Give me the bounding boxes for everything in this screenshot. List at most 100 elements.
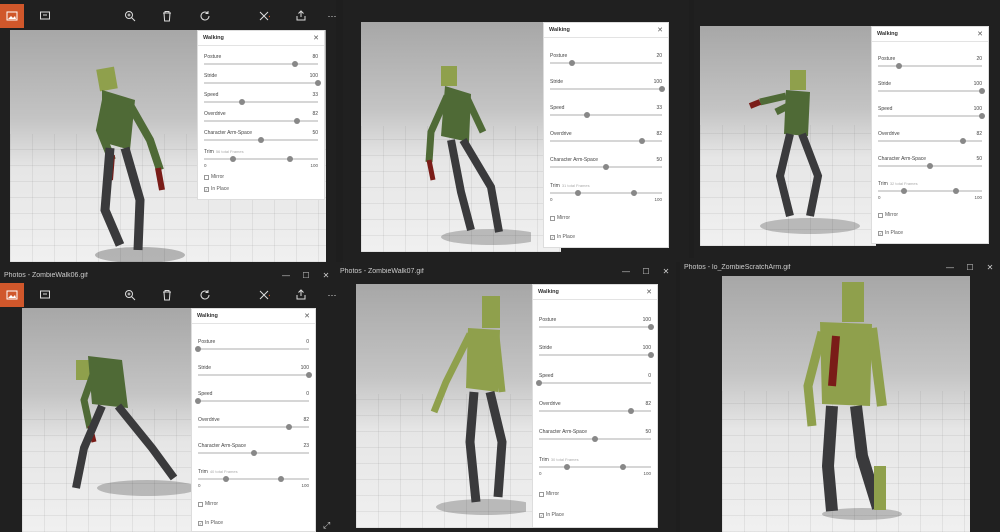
mirror-checkbox[interactable]: Mirror xyxy=(872,212,988,218)
slider-knob[interactable] xyxy=(195,346,201,352)
resize-handle-icon[interactable]: ⤢ xyxy=(323,520,330,531)
trim-start-knob[interactable] xyxy=(229,156,236,162)
close-button[interactable]: ✕ xyxy=(316,271,336,280)
in-place-checkbox[interactable]: ✓ In Place xyxy=(198,186,324,192)
close-icon[interactable]: ✕ xyxy=(313,34,319,42)
slider-knob[interactable] xyxy=(979,88,985,94)
slideshow-button[interactable] xyxy=(33,4,57,28)
trim-track[interactable] xyxy=(198,476,309,482)
slider-track[interactable] xyxy=(539,324,654,330)
close-icon[interactable]: ✕ xyxy=(657,26,663,34)
minimize-button[interactable]: — xyxy=(276,271,296,280)
slider-track[interactable] xyxy=(195,346,309,352)
slider-track[interactable] xyxy=(204,118,318,124)
share-button[interactable] xyxy=(289,283,313,307)
slider-knob[interactable] xyxy=(258,137,264,143)
in-place-checkbox[interactable]: ✓ In Place xyxy=(544,234,668,240)
close-icon[interactable]: ✕ xyxy=(977,30,983,38)
slider-track[interactable] xyxy=(198,372,312,378)
slider-track[interactable] xyxy=(550,112,662,118)
trim-start-knob[interactable] xyxy=(901,188,907,194)
trim-end-knob[interactable] xyxy=(286,156,293,162)
slider-track[interactable] xyxy=(878,163,982,169)
slider-track[interactable] xyxy=(878,138,982,144)
slider-knob[interactable] xyxy=(294,118,301,124)
home-button[interactable] xyxy=(0,4,24,28)
delete-button[interactable] xyxy=(155,283,179,307)
slider-knob[interactable] xyxy=(306,372,312,378)
trim-track[interactable] xyxy=(204,156,318,162)
checkbox-box[interactable]: ✓ xyxy=(539,512,544,518)
mirror-checkbox[interactable]: Mirror xyxy=(544,215,668,221)
delete-button[interactable] xyxy=(155,4,179,28)
slider-track[interactable] xyxy=(198,424,309,430)
slideshow-button[interactable] xyxy=(33,283,57,307)
home-button[interactable] xyxy=(0,283,24,307)
slider-track[interactable] xyxy=(539,408,651,414)
minimize-button[interactable]: — xyxy=(616,267,636,276)
slider-track[interactable] xyxy=(539,352,654,358)
slider-knob[interactable] xyxy=(238,99,245,105)
slider-track[interactable] xyxy=(204,99,318,105)
minimize-button[interactable]: — xyxy=(940,263,960,272)
slider-track[interactable] xyxy=(204,80,321,86)
trim-start-knob[interactable] xyxy=(575,190,581,196)
slider-knob[interactable] xyxy=(638,138,645,144)
slider-knob[interactable] xyxy=(286,424,293,430)
trim-track[interactable] xyxy=(550,190,662,196)
checkbox-box[interactable] xyxy=(198,501,203,507)
checkbox-box[interactable] xyxy=(204,174,209,180)
slider-knob[interactable] xyxy=(603,164,609,170)
trim-end-knob[interactable] xyxy=(620,464,626,470)
slider-knob[interactable] xyxy=(960,138,967,144)
slider-track[interactable] xyxy=(878,88,985,94)
rotate-button[interactable] xyxy=(193,4,217,28)
slider-knob[interactable] xyxy=(979,113,985,119)
slider-track[interactable] xyxy=(878,63,982,69)
slider-knob[interactable] xyxy=(292,61,299,67)
slider-knob[interactable] xyxy=(569,60,576,66)
zoom-button[interactable] xyxy=(118,4,142,28)
close-icon[interactable]: ✕ xyxy=(304,312,310,320)
more-button[interactable]: ⋯ xyxy=(320,4,337,28)
slider-track[interactable] xyxy=(878,113,985,119)
trim-end-knob[interactable] xyxy=(631,190,637,196)
mirror-checkbox[interactable]: Mirror xyxy=(198,174,324,180)
trim-start-knob[interactable] xyxy=(222,476,229,482)
edit-button[interactable] xyxy=(252,4,276,28)
slider-knob[interactable] xyxy=(659,86,665,92)
slider-track[interactable] xyxy=(198,450,309,456)
close-icon[interactable]: ✕ xyxy=(646,288,652,296)
slider-knob[interactable] xyxy=(583,112,590,118)
trim-track[interactable] xyxy=(539,464,651,470)
trim-end-knob[interactable] xyxy=(278,476,285,482)
mirror-checkbox[interactable]: Mirror xyxy=(192,501,315,507)
slider-knob[interactable] xyxy=(648,352,654,358)
slider-knob[interactable] xyxy=(315,80,321,86)
in-place-checkbox[interactable]: ✓ In Place xyxy=(533,512,657,518)
slider-track[interactable] xyxy=(539,436,651,442)
checkbox-box[interactable]: ✓ xyxy=(878,230,883,236)
checkbox-box[interactable]: ✓ xyxy=(204,186,209,192)
slider-knob[interactable] xyxy=(648,324,654,330)
slider-knob[interactable] xyxy=(536,380,542,386)
slider-knob[interactable] xyxy=(592,436,598,442)
in-place-checkbox[interactable]: ✓ In Place xyxy=(872,230,988,236)
checkbox-box[interactable] xyxy=(539,491,544,497)
slider-track[interactable] xyxy=(550,60,662,66)
close-button[interactable]: ✕ xyxy=(980,263,1000,272)
trim-end-knob[interactable] xyxy=(953,188,959,194)
checkbox-box[interactable] xyxy=(878,212,883,218)
slider-knob[interactable] xyxy=(195,398,201,404)
slider-knob[interactable] xyxy=(627,408,634,414)
slider-knob[interactable] xyxy=(895,63,902,69)
trim-start-knob[interactable] xyxy=(564,464,570,470)
checkbox-box[interactable]: ✓ xyxy=(198,520,203,526)
slider-track[interactable] xyxy=(195,398,309,404)
trim-track[interactable] xyxy=(878,188,982,194)
share-button[interactable] xyxy=(289,4,313,28)
close-button[interactable]: ✕ xyxy=(656,267,676,276)
slider-track[interactable] xyxy=(550,86,665,92)
slider-track[interactable] xyxy=(550,164,662,170)
edit-button[interactable] xyxy=(252,283,276,307)
